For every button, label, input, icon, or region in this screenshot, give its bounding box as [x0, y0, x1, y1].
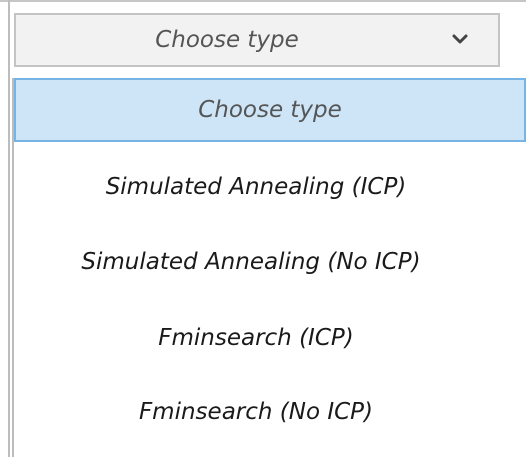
type-select-value: Choose type [155, 27, 299, 53]
type-dropdown-list: Choose type Simulated Annealing (ICP) Si… [12, 78, 526, 457]
chevron-down-icon[interactable] [450, 29, 470, 49]
option-fminsearch-icp[interactable]: Fminsearch (ICP) [0, 306, 512, 370]
window-top-edge [0, 0, 526, 2]
option-simulated-annealing-no-icp[interactable]: Simulated Annealing (No ICP) [0, 230, 507, 294]
option-choose-type[interactable]: Choose type [14, 78, 526, 142]
type-select[interactable]: Choose type [14, 13, 500, 67]
option-fminsearch-no-icp[interactable]: Fminsearch (No ICP) [0, 380, 512, 444]
option-simulated-annealing-icp[interactable]: Simulated Annealing (ICP) [0, 155, 512, 219]
